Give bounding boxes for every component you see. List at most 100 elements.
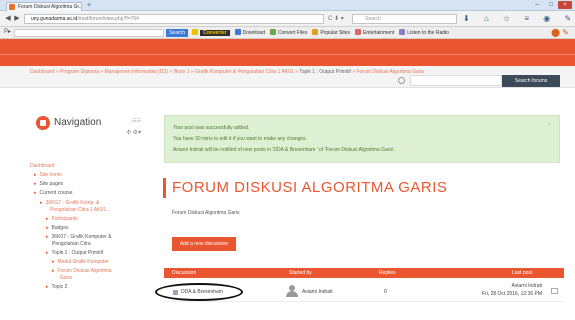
- addon-link-1[interactable]: Download: [234, 28, 265, 38]
- addon-link-3[interactable]: Popular Sites: [312, 28, 350, 38]
- tab-close-icon[interactable]: ×: [76, 3, 79, 11]
- addon-link-icon: [269, 29, 276, 35]
- minimize-button[interactable]: –: [530, 1, 544, 9]
- tree-bullet-icon: ▸: [52, 268, 55, 274]
- nav-tree-item[interactable]: ▸ Topik 1 : Output Primitif: [46, 250, 103, 257]
- tree-bullet-icon: ▸: [46, 216, 49, 222]
- browser-tabbar: Forum Diskusi Algoritma G... × + – □ ×: [0, 0, 575, 11]
- breadcrumb-item[interactable]: Manajemen Informatika (D3): [105, 69, 168, 75]
- navigation-title: Navigation: [54, 117, 102, 128]
- search-forums-input[interactable]: [410, 75, 502, 86]
- reload-icon[interactable]: C ⬇ ▾: [328, 14, 344, 24]
- breadcrumb-item[interactable]: Ilkom 1: [173, 69, 189, 75]
- breadcrumb: Dashboard » Program Diploma » Manajemen …: [30, 69, 424, 75]
- nav-tree-item[interactable]: ▸ Topic 2: [46, 284, 67, 291]
- replies-count[interactable]: 0: [384, 289, 387, 295]
- addon-search-button[interactable]: Search: [166, 29, 188, 37]
- nav-tree-item[interactable]: ▸ Forum Diskusi Algoritma: [52, 268, 112, 275]
- started-by-link[interactable]: Aviarni Indrati: [302, 289, 332, 295]
- col-last-post[interactable]: Last post: [512, 268, 532, 278]
- table-header: Discussion Started by Replies Last post: [164, 268, 564, 278]
- close-window-button[interactable]: ×: [558, 1, 572, 9]
- nav-tree-item[interactable]: ▸ Site home: [34, 172, 62, 179]
- site-header: [0, 39, 575, 66]
- addon-toolbar: P▸ Search Converter Download Convert Files…: [0, 27, 575, 39]
- add-discussion-button[interactable]: Add a new discussion: [172, 237, 236, 251]
- close-icon[interactable]: ×: [547, 122, 551, 128]
- addon-link-icon: [234, 29, 241, 35]
- alert-line-1: Your post was successfully added.: [173, 125, 250, 131]
- nav-tree-item[interactable]: Dashboard: [30, 163, 54, 170]
- addon-link-4[interactable]: Entertainment: [355, 28, 394, 38]
- addon-settings-icon[interactable]: ⬤ ✎: [551, 28, 569, 38]
- highlight-oval: [155, 283, 243, 301]
- addon-link-icon: [192, 29, 198, 35]
- browser-tab[interactable]: Forum Diskusi Algoritma G... ×: [6, 2, 82, 11]
- nav-tree-item[interactable]: ▸ Participants: [46, 216, 78, 223]
- page-title: FORUM DISKUSI ALGORITMA GARIS: [163, 178, 447, 198]
- success-alert: Your post was successfully added. You ha…: [164, 115, 560, 163]
- nav-tree-item[interactable]: ▸ Current course: [34, 190, 73, 197]
- dock-block-icon[interactable]: ☷☷: [132, 118, 141, 124]
- alert-line-2: You have 30 mins to edit it if you want …: [173, 136, 308, 142]
- forward-arrow-icon[interactable]: ▶: [12, 14, 22, 24]
- col-discussion[interactable]: Discussion: [172, 268, 196, 278]
- browser-search-input[interactable]: Search: [352, 14, 457, 24]
- col-started-by[interactable]: Started by: [289, 268, 312, 278]
- tree-bullet-icon: ▸: [46, 225, 49, 231]
- subscribe-icon[interactable]: [551, 288, 558, 294]
- breadcrumb-current[interactable]: Topik 1 : Output Primitif: [299, 69, 351, 75]
- breadcrumb-item[interactable]: Dashboard: [30, 69, 54, 75]
- tree-bullet-icon: ▸: [46, 250, 49, 256]
- last-post-user[interactable]: Aviarni Indrati: [512, 283, 542, 289]
- addon-links: Converter Download Convert Files Popular Si…: [192, 28, 454, 38]
- tree-bullet-icon: ▸: [34, 190, 37, 196]
- breadcrumb-bar: Dashboard » Program Diploma » Manajemen …: [0, 66, 575, 88]
- tree-bullet-icon: ▸: [40, 200, 43, 206]
- tree-bullet-icon: ▸: [46, 284, 49, 290]
- search-icon: [398, 77, 405, 84]
- breadcrumb-item[interactable]: Program Diploma: [60, 69, 99, 75]
- last-post-date[interactable]: Fri, 28 Oct 2016, 12:36 PM: [482, 291, 542, 297]
- site-favicon-icon: [9, 4, 15, 10]
- navigation-block: Navigation ☷☷ ✣ ⚙▾: [30, 113, 150, 153]
- addon-link-2[interactable]: Convert Files: [269, 28, 307, 38]
- navigation-icon: [36, 116, 50, 130]
- tree-bullet-icon: ▸: [34, 172, 37, 178]
- tree-bullet-icon: ▸: [46, 234, 49, 240]
- nav-tree-item[interactable]: Garis: [60, 275, 72, 282]
- tree-bullet-icon: ▸: [34, 181, 37, 187]
- addon-logo-icon: P▸: [4, 29, 12, 35]
- nav-tree-item[interactable]: ▸ 36KG7 - Grafik Komp. &: [40, 200, 99, 207]
- col-replies[interactable]: Replies: [379, 268, 396, 278]
- nav-tree-item[interactable]: ▸ Modul Grafik Komputer: [52, 259, 109, 266]
- forum-intro: Forum Diskusi Algoritma Garis: [172, 210, 240, 216]
- alert-line-3: Aviarni Indrati will be notified of new …: [173, 147, 396, 153]
- nav-tree-item[interactable]: ▸ Site pages: [34, 181, 63, 188]
- nav-tree-item[interactable]: Pengolahan Citra 1 AK01...: [50, 207, 110, 214]
- addon-link-0[interactable]: Converter: [192, 28, 230, 38]
- window-controls: – □ ×: [530, 1, 572, 9]
- header-divider: [0, 54, 575, 55]
- url-path: /mod/forum/view.php?f=764: [77, 16, 139, 22]
- avatar: [286, 285, 298, 297]
- tree-bullet-icon: ▸: [52, 259, 55, 265]
- nav-tree-item[interactable]: ▸ 36K07 - Grafik Komputer &: [46, 234, 112, 241]
- nav-tree-item[interactable]: Pengolahan Citra: [52, 241, 91, 248]
- addon-link-5[interactable]: Listen to the Radio: [399, 28, 449, 38]
- addon-link-icon: [355, 29, 362, 35]
- address-bar[interactable]: uny.gunadarma.ac.id/mod/forum/view.php?f…: [24, 14, 324, 24]
- new-tab-button[interactable]: +: [84, 2, 94, 10]
- browser-navbar: ◀ ▶ uny.gunadarma.ac.id/mod/forum/view.p…: [0, 11, 575, 27]
- nav-tree-item[interactable]: ▸ Badges: [46, 225, 68, 232]
- maximize-button[interactable]: □: [544, 1, 558, 9]
- url-domain: uny.gunadarma.ac.id: [31, 16, 78, 22]
- tab-title: Forum Diskusi Algoritma G...: [18, 4, 82, 10]
- addon-link-icon: [399, 29, 406, 35]
- addon-link-icon: [312, 29, 319, 35]
- toolbar-icons[interactable]: ⬇ ⌂ ☆ ≡ ◉ ✎: [463, 14, 575, 24]
- block-actions-icon[interactable]: ✣ ⚙▾: [126, 129, 141, 136]
- breadcrumb-item[interactable]: Grafik Komputer & Pengolahan Citra 1 AK0…: [195, 69, 294, 75]
- search-forums-button[interactable]: Search forums: [502, 75, 560, 87]
- addon-search-input[interactable]: [14, 29, 164, 37]
